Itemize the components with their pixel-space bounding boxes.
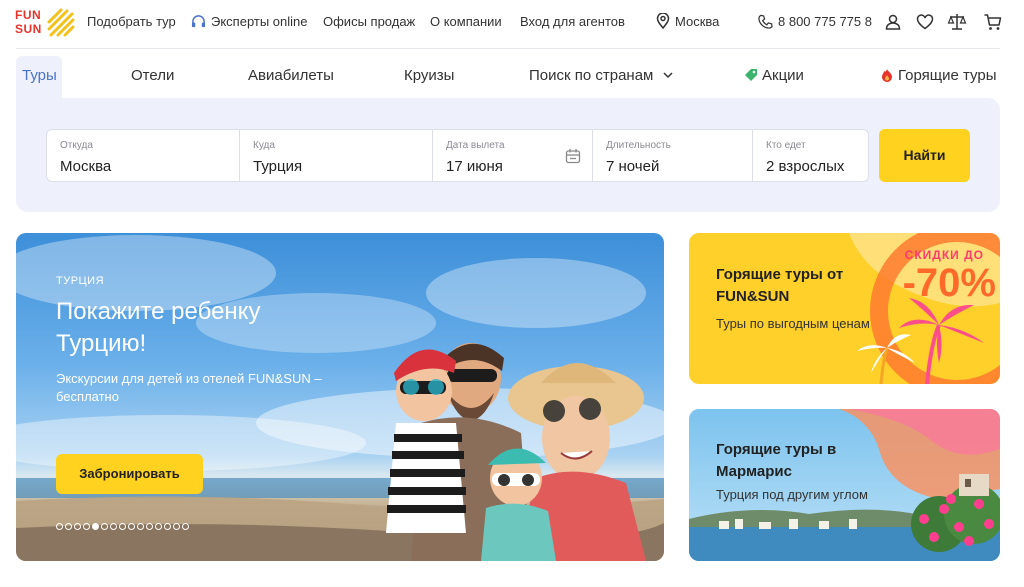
phone-number: 8 800 775 775 8 [778,14,872,29]
nav-about[interactable]: О компании [430,13,502,31]
tab-hotels[interactable]: Отели [131,66,174,86]
tab-promotions-label: Акции [762,67,804,84]
from-label: Откуда [60,140,93,151]
promo2-title: Горящие туры в Мармарис [716,441,837,480]
slider-dot[interactable] [56,523,63,530]
slider-dot[interactable] [173,523,180,530]
tab-hot-tours[interactable]: Горящие туры [881,66,996,86]
slider-dot[interactable] [137,523,144,530]
user-icon[interactable] [883,12,903,32]
destination-value: Турция [253,158,303,175]
hero-subtitle: Экскурсии для детей из отелей FUN&SUN – … [56,371,322,404]
phone-icon [758,14,773,29]
destination-field[interactable]: Куда Турция [239,129,433,182]
nav-experts-label: Эксперты online [211,14,308,29]
phone-link[interactable]: 8 800 775 775 8 [758,13,872,31]
chevron-down-icon [663,72,673,79]
search-tabs: Туры Отели Авиабилеты Круизы Поиск по ст… [16,56,1000,98]
slider-dot[interactable] [146,523,153,530]
slider-dot[interactable] [92,523,99,530]
duration-label: Длительность [606,140,671,151]
slider-dot[interactable] [155,523,162,530]
promo1-title: Горящие туры от FUN&SUN [716,266,844,305]
guests-field[interactable]: Кто едет 2 взрослых [752,129,869,182]
slider-dot[interactable] [119,523,126,530]
tab-promotions[interactable]: Акции [744,66,804,86]
headset-icon [191,15,206,28]
guests-value: 2 взрослых [766,158,845,175]
city-label: Москва [675,14,720,29]
tab-cruises[interactable]: Круизы [404,66,454,86]
logo[interactable]: FUN SUN [15,8,75,38]
cart-icon[interactable] [983,12,1003,32]
nav-pick-tour[interactable]: Подобрать тур [87,13,176,31]
header-divider [16,48,1000,49]
hero-country: ТУРЦИЯ [56,275,105,287]
search-panel: Откуда Москва Куда Турция Дата вылета 17… [16,98,1000,212]
search-button[interactable]: Найти [879,129,970,182]
duration-field[interactable]: Длительность 7 ночей [592,129,753,182]
discount-value: -70% [902,261,996,305]
fire-icon [882,69,892,82]
tag-icon [745,69,757,81]
slider-pagination [56,523,189,531]
top-bar: FUN SUN Подобрать тур Эксперты online Оф… [0,0,1024,46]
slider-dot[interactable] [128,523,135,530]
logo-text-fun: FUN [15,8,42,22]
nav-sales-offices[interactable]: Офисы продаж [323,13,415,31]
logo-sun-icon [47,8,75,37]
from-field[interactable]: Откуда Москва [46,129,240,182]
from-value: Москва [60,158,112,175]
hero-title: Покажите ребенку Турцию! [56,298,261,357]
tab-tours[interactable]: Туры [16,56,62,98]
slider-dot[interactable] [182,523,189,530]
logo-text-sun: SUN [15,22,42,36]
promo2-subtitle: Турция под другим углом [716,487,868,502]
duration-value: 7 ночей [606,158,660,175]
calendar-icon[interactable] [565,148,581,164]
departure-date-field[interactable]: Дата вылета 17 июня [432,129,593,182]
slider-dot[interactable] [65,523,72,530]
tab-search-by-country[interactable]: Поиск по странам [529,66,674,86]
guests-label: Кто едет [766,140,806,151]
promo-card-marmaris[interactable]: Горящие туры в Мармарис Турция под други… [689,409,1000,561]
book-button[interactable]: Забронировать [56,454,203,494]
tab-search-by-country-label: Поиск по странам [529,67,654,84]
destination-label: Куда [253,140,275,151]
marmaris-town-photo [689,409,1000,561]
slider-dot[interactable] [101,523,108,530]
discount-label: СКИДКИ ДО [904,248,984,262]
heart-icon[interactable] [915,12,935,32]
slider-dot[interactable] [164,523,171,530]
compare-scales-icon[interactable] [947,12,967,32]
tab-flights[interactable]: Авиабилеты [248,66,334,86]
slider-dot[interactable] [110,523,117,530]
hero-banner[interactable]: ТУРЦИЯ Покажите ребенку Турцию! Экскурси… [16,233,664,561]
promo-card-hot-tours[interactable]: СКИДКИ ДО -70% Горящие туры от FUN&SUN Т… [689,233,1000,384]
nav-agents-login[interactable]: Вход для агентов [520,13,625,31]
promo1-subtitle: Туры по выгодным ценам [716,316,870,331]
city-selector[interactable]: Москва [656,13,719,31]
nav-experts-online[interactable]: Эксперты online [191,13,308,31]
location-pin-icon [656,13,670,29]
tab-hot-tours-label: Горящие туры [898,67,997,84]
slider-dot[interactable] [74,523,81,530]
slider-dot[interactable] [83,523,90,530]
